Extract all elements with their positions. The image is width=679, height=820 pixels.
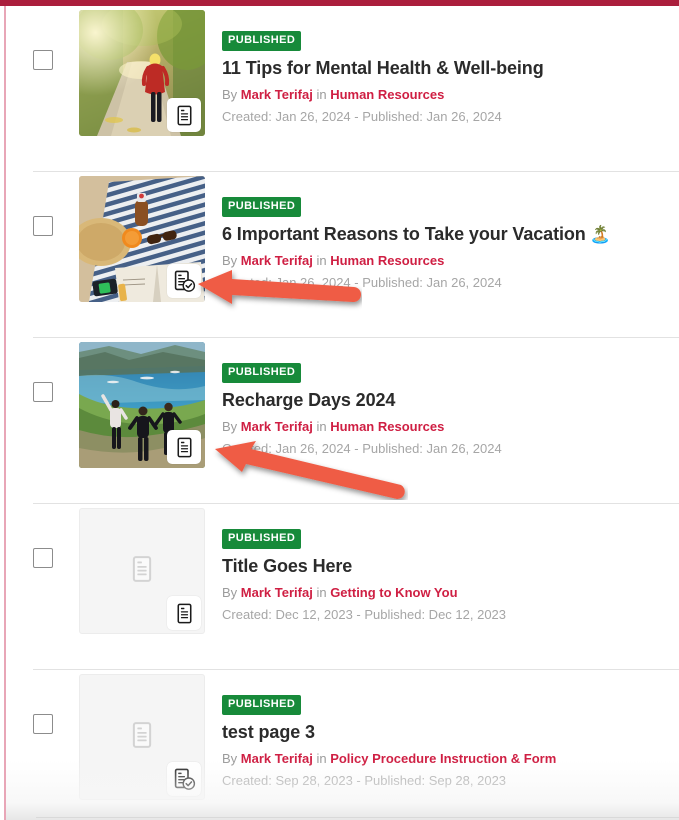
- thumbnail[interactable]: [79, 10, 205, 136]
- status-badge: PUBLISHED: [222, 31, 302, 51]
- document-approved-icon[interactable]: [167, 264, 201, 298]
- document-icon[interactable]: [167, 430, 201, 464]
- item-dates: Created: Jan 26, 2024 - Published: Jan 2…: [222, 275, 502, 291]
- item-details: PUBLISHED 6 Important Reasons to Take yo…: [205, 172, 679, 292]
- by-label: By: [222, 584, 238, 600]
- author-link[interactable]: Mark Terifaj: [241, 585, 313, 600]
- item-title-text: 6 Important Reasons to Take your Vacatio…: [222, 224, 586, 244]
- select-cell: [6, 172, 79, 236]
- select-cell: [6, 670, 79, 734]
- list-item[interactable]: PUBLISHED 6 Important Reasons to Take yo…: [6, 172, 679, 338]
- item-title-text: Recharge Days 2024: [222, 390, 396, 410]
- bottom-rule: [36, 817, 679, 818]
- category-link[interactable]: Getting to Know You: [330, 585, 457, 600]
- row-select-checkbox[interactable]: [32, 382, 53, 402]
- select-cell: [6, 504, 79, 568]
- row-select-checkbox[interactable]: [32, 548, 53, 568]
- in-label: in: [316, 418, 327, 434]
- thumbnail[interactable]: [79, 674, 205, 800]
- item-byline: By Mark Terifaj in Getting to Know You: [222, 584, 679, 602]
- item-byline: By Mark Terifaj in Policy Procedure Inst…: [222, 750, 679, 768]
- title-emoji: 🏝️: [589, 225, 611, 244]
- item-details: PUBLISHED Title Goes Here By Mark Terifa…: [205, 504, 679, 624]
- item-dates: Created: Jan 26, 2024 - Published: Jan 2…: [222, 109, 502, 125]
- in-label: in: [316, 584, 327, 600]
- document-approved-icon[interactable]: [167, 762, 201, 796]
- placeholder-document-icon: [127, 554, 157, 589]
- item-title[interactable]: Recharge Days 2024: [222, 390, 679, 412]
- category-link[interactable]: Human Resources: [330, 419, 444, 434]
- item-details: PUBLISHED 11 Tips for Mental Health & We…: [205, 6, 679, 126]
- item-title[interactable]: test page 3: [222, 722, 679, 744]
- item-dates: Created: Sep 28, 2023 - Published: Sep 2…: [222, 773, 507, 789]
- document-icon[interactable]: [167, 596, 201, 630]
- select-cell: [6, 338, 79, 402]
- category-link[interactable]: Policy Procedure Instruction & Form: [330, 751, 556, 766]
- thumbnail-cell: [79, 6, 205, 136]
- status-badge: PUBLISHED: [222, 695, 302, 715]
- by-label: By: [222, 252, 238, 268]
- in-label: in: [316, 750, 327, 766]
- thumbnail[interactable]: [79, 508, 205, 634]
- thumbnail-cell: [79, 504, 205, 634]
- item-dates: Created: Dec 12, 2023 - Published: Dec 1…: [222, 607, 507, 623]
- status-badge: PUBLISHED: [222, 363, 302, 383]
- thumbnail[interactable]: [79, 176, 205, 302]
- list-item[interactable]: PUBLISHED test page 3 By Mark Terifaj in…: [6, 670, 679, 820]
- item-byline: By Mark Terifaj in Human Resources: [222, 86, 679, 104]
- item-title-text: 11 Tips for Mental Health & Well-being: [222, 58, 544, 78]
- item-title[interactable]: 6 Important Reasons to Take your Vacatio…: [222, 224, 679, 246]
- page-list-screen: PUBLISHED 11 Tips for Mental Health & We…: [0, 0, 679, 820]
- item-dates: Created: Jan 26, 2024 - Published: Jan 2…: [222, 441, 502, 457]
- item-title[interactable]: Title Goes Here: [222, 556, 679, 578]
- category-link[interactable]: Human Resources: [330, 253, 444, 268]
- category-link[interactable]: Human Resources: [330, 87, 444, 102]
- thumbnail-cell: [79, 172, 205, 302]
- author-link[interactable]: Mark Terifaj: [241, 253, 313, 268]
- item-details: PUBLISHED Recharge Days 2024 By Mark Ter…: [205, 338, 679, 458]
- by-label: By: [222, 750, 238, 766]
- row-select-checkbox[interactable]: [32, 714, 53, 734]
- in-label: in: [316, 252, 327, 268]
- author-link[interactable]: Mark Terifaj: [241, 751, 313, 766]
- select-cell: [6, 6, 79, 70]
- row-select-checkbox[interactable]: [32, 216, 53, 236]
- author-link[interactable]: Mark Terifaj: [241, 419, 313, 434]
- list-item[interactable]: PUBLISHED Recharge Days 2024 By Mark Ter…: [6, 338, 679, 504]
- item-byline: By Mark Terifaj in Human Resources: [222, 252, 679, 270]
- document-icon[interactable]: [167, 98, 201, 132]
- thumbnail-cell: [79, 670, 205, 800]
- status-badge: PUBLISHED: [222, 529, 302, 549]
- status-badge: PUBLISHED: [222, 197, 302, 217]
- thumbnail[interactable]: [79, 342, 205, 468]
- item-title-text: test page 3: [222, 722, 315, 742]
- item-byline: By Mark Terifaj in Human Resources: [222, 418, 679, 436]
- thumbnail-cell: [79, 338, 205, 468]
- author-link[interactable]: Mark Terifaj: [241, 87, 313, 102]
- by-label: By: [222, 418, 238, 434]
- item-title-text: Title Goes Here: [222, 556, 353, 576]
- in-label: in: [316, 86, 327, 102]
- item-details: PUBLISHED test page 3 By Mark Terifaj in…: [205, 670, 679, 790]
- list-item[interactable]: PUBLISHED 11 Tips for Mental Health & We…: [6, 6, 679, 172]
- placeholder-document-icon: [127, 720, 157, 755]
- row-select-checkbox[interactable]: [32, 50, 53, 70]
- content-list: PUBLISHED 11 Tips for Mental Health & We…: [6, 6, 679, 820]
- list-item[interactable]: PUBLISHED Title Goes Here By Mark Terifa…: [6, 504, 679, 670]
- by-label: By: [222, 86, 238, 102]
- item-title[interactable]: 11 Tips for Mental Health & Well-being: [222, 58, 679, 80]
